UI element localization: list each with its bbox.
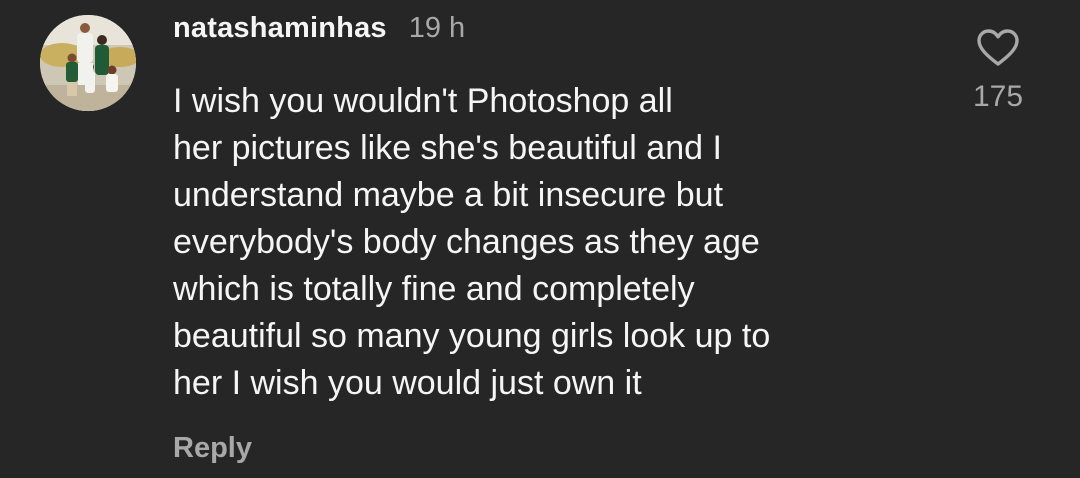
like-button[interactable]: 175 bbox=[960, 28, 1036, 114]
reply-button[interactable]: Reply bbox=[173, 432, 252, 465]
family-photo-avatar-image bbox=[40, 15, 136, 111]
comment-item: natashaminhas 19 h I wish you wouldn't P… bbox=[0, 0, 1080, 478]
comment-text: I wish you wouldn't Photoshop all her pi… bbox=[173, 82, 771, 402]
username-link[interactable]: natashaminhas bbox=[173, 12, 387, 45]
comment-timestamp: 19 h bbox=[408, 12, 466, 44]
avatar[interactable] bbox=[40, 15, 136, 111]
like-count: 175 bbox=[972, 80, 1024, 113]
heart-outline-icon[interactable] bbox=[976, 28, 1020, 68]
comment-meta: natashaminhas 19 h bbox=[173, 12, 913, 52]
comment-content: natashaminhas 19 h I wish you wouldn't P… bbox=[173, 12, 913, 465]
